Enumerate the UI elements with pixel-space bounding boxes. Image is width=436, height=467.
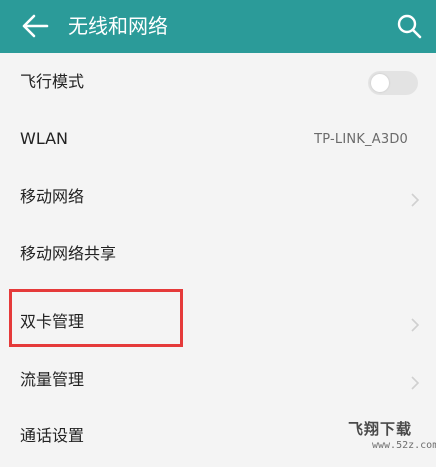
app-bar: 无线和网络 <box>0 0 436 53</box>
chevron-right-icon <box>411 318 420 332</box>
wlan-row[interactable]: WLAN TP-LINK_A3D0 <box>0 113 436 170</box>
watermark-url: www.52z.com <box>372 440 436 451</box>
chevron-right-icon <box>411 193 420 207</box>
search-icon[interactable] <box>396 13 422 39</box>
back-arrow-icon[interactable] <box>21 13 49 39</box>
watermark-text: 飞翔下载 <box>348 420 413 438</box>
page-title: 无线和网络 <box>68 14 168 38</box>
data-usage-label: 流量管理 <box>20 370 85 389</box>
hotspot-row[interactable]: 移动网络共享 <box>0 228 436 285</box>
toggle-knob <box>371 74 389 92</box>
data-usage-row[interactable]: 流量管理 <box>0 354 436 411</box>
wlan-value: TP-LINK_A3D0 <box>314 132 408 147</box>
airplane-mode-toggle[interactable] <box>368 71 418 95</box>
wlan-label: WLAN <box>20 129 69 148</box>
mobile-network-label: 移动网络 <box>20 187 85 206</box>
chevron-right-icon <box>411 376 420 390</box>
highlight-box <box>9 289 183 347</box>
mobile-network-row[interactable]: 移动网络 <box>0 171 436 228</box>
airplane-mode-label: 飞行模式 <box>20 72 85 91</box>
hotspot-label: 移动网络共享 <box>20 244 117 263</box>
call-settings-label: 通话设置 <box>20 426 85 445</box>
watermark: 飞翔下载 www.52z.com <box>344 418 436 460</box>
